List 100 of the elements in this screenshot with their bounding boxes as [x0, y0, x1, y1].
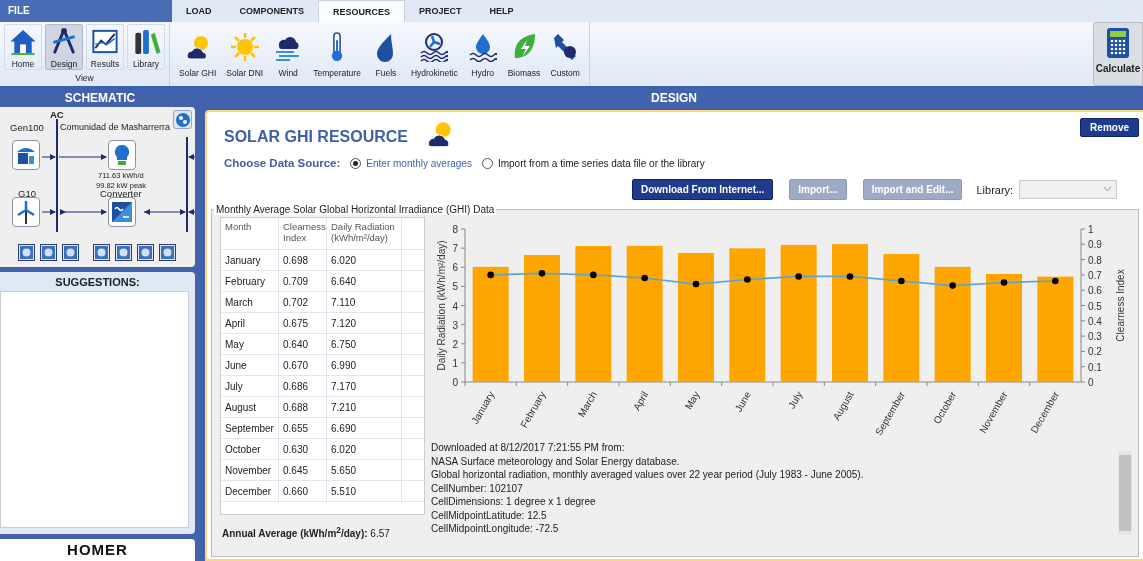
info-line: Downloaded at 8/12/2017 7:21:55 PM from: — [431, 441, 626, 455]
converter-node[interactable] — [108, 197, 136, 227]
ribbon-tab[interactable]: COMPONENTS — [225, 0, 318, 22]
annual-average: Annual Average (kWh/m$^{2}$/day): 6.57 — [221, 525, 391, 540]
data-point — [692, 280, 700, 288]
table-cell: October — [221, 439, 279, 459]
column-header: Month — [221, 218, 279, 249]
table-cell: 7.110 — [327, 292, 402, 312]
ribbon-button[interactable]: Solar GHI — [176, 26, 220, 78]
generator-node[interactable] — [12, 140, 40, 170]
ribbon-button[interactable]: Temperature — [310, 26, 364, 78]
ribbon-tab[interactable]: HELP — [475, 0, 528, 22]
ribbon-button[interactable]: Hydrokinetic — [407, 26, 461, 78]
tick-label: 0.9 — [1088, 239, 1102, 251]
ribbon-button[interactable]: Biomass — [504, 26, 544, 78]
table-cell: 6.020 — [327, 439, 402, 459]
settings-icon — [174, 111, 191, 128]
bus-label: AC — [50, 109, 64, 120]
table-cell: February — [221, 271, 279, 291]
column-header: Clearness Index — [279, 218, 327, 249]
data-point — [744, 276, 751, 283]
radio-option[interactable]: Import from a time series data file or the library — [481, 157, 705, 169]
ribbon-tab[interactable]: PROJECT — [405, 0, 476, 22]
wind-turbine-icon — [15, 200, 37, 224]
tick-label: 0.7 — [1088, 269, 1102, 281]
group-label: View — [75, 73, 94, 83]
radio-button[interactable] — [350, 157, 362, 169]
data-point — [898, 277, 905, 285]
ribbon-tab[interactable]: RESOURCES — [318, 0, 406, 22]
line-chart-icon — [90, 27, 120, 56]
table-cell: 0.670 — [279, 355, 327, 375]
component-label: G10 — [18, 188, 36, 199]
radio-button[interactable] — [481, 157, 493, 169]
tick-label: 4 — [452, 300, 458, 312]
tick-label: 1 — [1088, 224, 1094, 235]
axis-title: Clearness Index — [1115, 269, 1126, 342]
scrollbar[interactable] — [1118, 451, 1132, 535]
info-line: CellDimensions: 1 degree x 1 degree — [431, 495, 597, 509]
table-cell: May — [221, 334, 279, 354]
info-line: CellMidpointLatitude: 12.5 — [431, 508, 548, 522]
table-cell: 5.650 — [327, 460, 402, 480]
table-cell: November — [221, 460, 279, 480]
tick-label: 0.3 — [1088, 331, 1102, 343]
group-title: Monthly Average Solar Global Horizontal Irradiance (GHI) Data — [214, 204, 497, 215]
table-cell: 7.210 — [327, 397, 402, 417]
data-point — [795, 273, 802, 280]
tick-label: 0 — [1088, 377, 1094, 388]
info-line: Global horizontal radiation, monthly averaged values over 22 year period (July 1983 - June 2005). — [431, 468, 865, 482]
tick-label: 7 — [452, 243, 458, 255]
ribbon-tab[interactable]: LOAD — [172, 0, 226, 22]
table-cell: 0.630 — [279, 439, 327, 459]
converter-icon — [111, 201, 133, 223]
axis-title: Daily Radiation (kWh/m²/day) — [436, 240, 447, 371]
connector-arrow — [60, 209, 107, 215]
table-cell: 0.660 — [279, 481, 327, 501]
action-button[interactable]: Download From Internet... — [632, 179, 774, 200]
logo: HOMER — [67, 542, 128, 560]
component-label: Converter — [100, 188, 142, 199]
remove-button[interactable]: Remove — [1080, 118, 1139, 137]
table-cell: April — [221, 313, 279, 333]
table-cell: 7.170 — [327, 376, 402, 396]
wind-turbine-node[interactable] — [12, 197, 40, 227]
table-cell: 0.702 — [279, 292, 327, 312]
table-cell: December — [221, 481, 279, 501]
tick-label: 8 — [452, 224, 458, 235]
table-cell: July — [221, 376, 279, 396]
table-cell: 6.990 — [327, 355, 402, 375]
data-point — [538, 270, 546, 277]
radio-option[interactable]: Enter monthly averages — [350, 157, 472, 169]
scrollbar-thumb[interactable] — [1119, 455, 1131, 531]
calculate-button[interactable]: Calculate — [1093, 22, 1143, 86]
table-cell: 6.640 — [327, 271, 402, 291]
field-label: Library: — [976, 183, 1014, 196]
data-point — [846, 273, 854, 280]
table-cell: 0.709 — [279, 271, 327, 291]
load-node[interactable] — [108, 140, 136, 170]
connector-arrow — [58, 154, 107, 160]
tick-label: 5 — [452, 281, 458, 293]
ribbon-button[interactable]: Solar DNI — [223, 26, 267, 78]
tick-label: 0.5 — [1088, 300, 1102, 312]
ribbon-button[interactable]: Library — [127, 24, 165, 70]
info-line: NASA Surface meteorology and Solar Energy database. — [431, 454, 681, 468]
water-drop-icon — [467, 32, 498, 62]
ribbon-button[interactable]: Design — [45, 24, 83, 70]
ribbon-button[interactable]: Custom — [547, 26, 584, 78]
ribbon-button[interactable]: Hydro — [464, 26, 501, 78]
ribbon-button[interactable]: Home — [4, 24, 42, 70]
component-label: Comunidad de Masharrerra — [60, 122, 171, 132]
tick-label: 0.8 — [1088, 254, 1102, 266]
ribbon-button[interactable]: Results — [86, 24, 124, 70]
ribbon-button[interactable]: Wind — [270, 26, 307, 78]
data-point — [1052, 277, 1059, 285]
table-cell: 0.698 — [279, 250, 327, 270]
table-cell: 0.686 — [279, 376, 327, 396]
file-menu[interactable]: FILE — [0, 0, 172, 22]
tick-label: 0.4 — [1088, 315, 1102, 327]
settings-button[interactable] — [173, 110, 192, 129]
table-cell: September — [221, 418, 279, 438]
ribbon-button[interactable]: Fuels — [367, 26, 404, 78]
table-cell: 6.690 — [327, 418, 402, 438]
